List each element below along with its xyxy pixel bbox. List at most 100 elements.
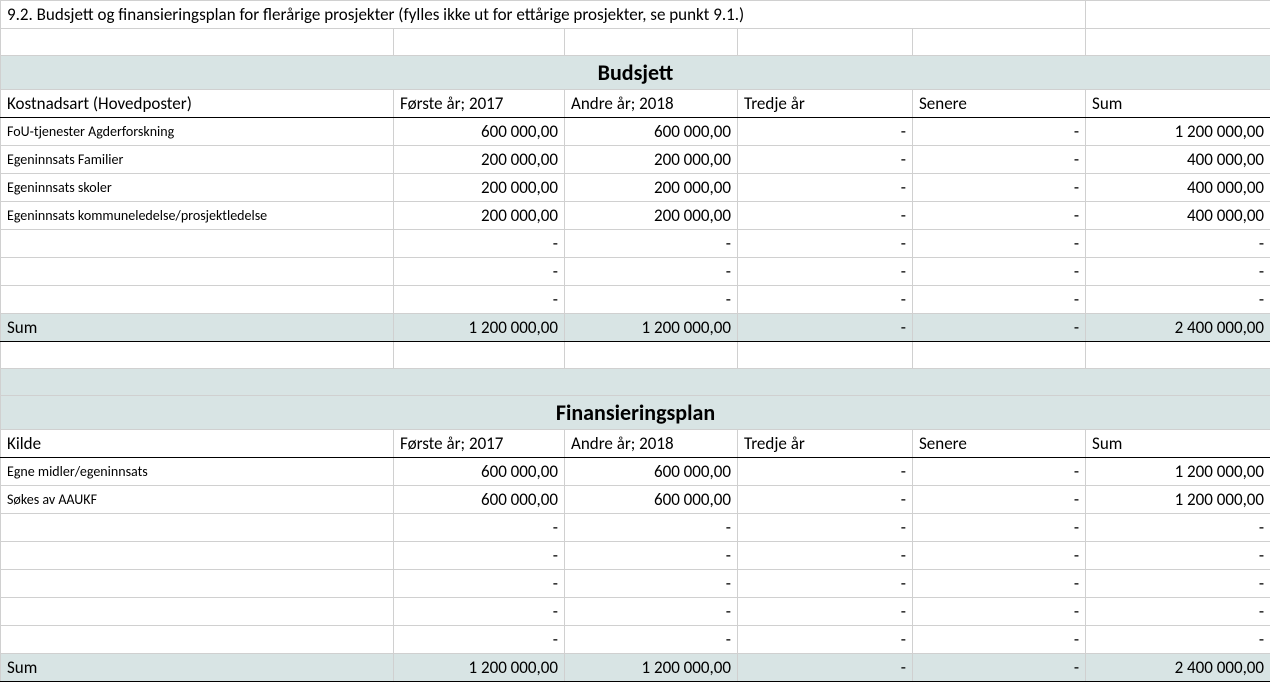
row-value: - [1086,542,1270,570]
row-label: Egeninnsats skoler [1,174,394,202]
row-value: 200 000,00 [565,174,738,202]
row-value: - [565,598,738,626]
row-value: 200 000,00 [565,146,738,174]
finans-title-row: Finansieringsplan [1,396,1270,430]
row-value: - [738,146,913,174]
row-value: - [913,458,1086,486]
row-value: - [394,286,565,314]
top-header-empty [1086,1,1270,29]
finans-header-2: Andre år; 2018 [565,430,738,458]
sum-value: 2 400 000,00 [1086,314,1270,342]
budsjett-sum-row: Sum 1 200 000,00 1 200 000,00 - - 2 400 … [1,314,1270,342]
sum-value: 2 400 000,00 [1086,654,1270,682]
spreadsheet-table: 9.2. Budsjett og finansieringsplan for f… [0,0,1270,682]
row-value: 400 000,00 [1086,146,1270,174]
row-value: - [738,486,913,514]
finans-header-row: Kilde Første år; 2017 Andre år; 2018 Tre… [1,430,1270,458]
row-value: - [394,598,565,626]
top-header-text: 9.2. Budsjett og finansieringsplan for f… [1,1,1086,29]
finans-data-row: Egne midler/egeninnsats 600 000,00 600 0… [1,458,1270,486]
finans-title: Finansieringsplan [1,396,1270,430]
row-value: 600 000,00 [565,486,738,514]
budsjett-header-row: Kostnadsart (Hovedposter) Første år; 201… [1,90,1270,118]
row-value: - [394,258,565,286]
row-value: 400 000,00 [1086,174,1270,202]
row-value: - [738,514,913,542]
sum-value: - [738,314,913,342]
budsjett-header-4: Senere [913,90,1086,118]
finans-data-row: - - - - - [1,570,1270,598]
budsjett-title: Budsjett [1,56,1270,90]
row-value: 200 000,00 [394,146,565,174]
row-value: - [738,570,913,598]
row-value: - [913,542,1086,570]
row-value: - [738,118,913,146]
budsjett-title-row: Budsjett [1,56,1270,90]
row-value: - [913,202,1086,230]
row-value: - [738,286,913,314]
row-value: - [1086,514,1270,542]
row-value: 400 000,00 [1086,202,1270,230]
row-value: - [565,570,738,598]
budsjett-data-row: - - - - - [1,258,1270,286]
row-value: - [738,230,913,258]
budsjett-data-row: Egeninnsats kommuneledelse/prosjektledel… [1,202,1270,230]
row-value: - [1086,286,1270,314]
row-label [1,542,394,570]
row-label [1,626,394,654]
finans-data-row: - - - - - [1,542,1270,570]
row-value: - [913,174,1086,202]
finans-header-4: Senere [913,430,1086,458]
row-value: 600 000,00 [565,118,738,146]
budsjett-data-row: - - - - - [1,286,1270,314]
budsjett-header-1: Første år; 2017 [394,90,565,118]
row-value: 1 200 000,00 [1086,486,1270,514]
row-value: - [565,286,738,314]
sum-label: Sum [1,654,394,682]
sum-value: 1 200 000,00 [565,654,738,682]
row-value: 600 000,00 [394,118,565,146]
row-value: 600 000,00 [394,458,565,486]
sum-value: - [738,654,913,682]
row-label: Egne midler/egeninnsats [1,458,394,486]
row-value: - [738,174,913,202]
row-value: - [738,202,913,230]
row-value: - [913,118,1086,146]
sum-value: - [913,314,1086,342]
row-value: - [913,286,1086,314]
finans-data-row: - - - - - [1,598,1270,626]
row-value: - [565,626,738,654]
finans-header-5: Sum [1086,430,1270,458]
finans-data-row: Søkes av AAUKF 600 000,00 600 000,00 - -… [1,486,1270,514]
budsjett-data-row: Egeninnsats Familier 200 000,00 200 000,… [1,146,1270,174]
budsjett-header-0: Kostnadsart (Hovedposter) [1,90,394,118]
row-value: 200 000,00 [394,174,565,202]
row-value: - [913,146,1086,174]
row-value: - [913,258,1086,286]
row-value: - [1086,230,1270,258]
budsjett-data-row: - - - - - [1,230,1270,258]
row-value: 200 000,00 [565,202,738,230]
row-value: 600 000,00 [394,486,565,514]
row-value: - [1086,570,1270,598]
sum-value: 1 200 000,00 [565,314,738,342]
row-label [1,598,394,626]
row-value: - [738,258,913,286]
row-value: - [913,514,1086,542]
budsjett-header-3: Tredje år [738,90,913,118]
finans-header-1: Første år; 2017 [394,430,565,458]
row-value: - [913,486,1086,514]
row-value: 1 200 000,00 [1086,458,1270,486]
row-value: - [1086,626,1270,654]
row-value: - [394,570,565,598]
budsjett-data-row: FoU-tjenester Agderforskning 600 000,00 … [1,118,1270,146]
sum-label: Sum [1,314,394,342]
budsjett-data-row: Egeninnsats skoler 200 000,00 200 000,00… [1,174,1270,202]
row-label [1,514,394,542]
row-value: - [1086,258,1270,286]
row-value: - [565,258,738,286]
row-value: 1 200 000,00 [1086,118,1270,146]
finans-header-0: Kilde [1,430,394,458]
row-value: - [913,598,1086,626]
row-label [1,230,394,258]
